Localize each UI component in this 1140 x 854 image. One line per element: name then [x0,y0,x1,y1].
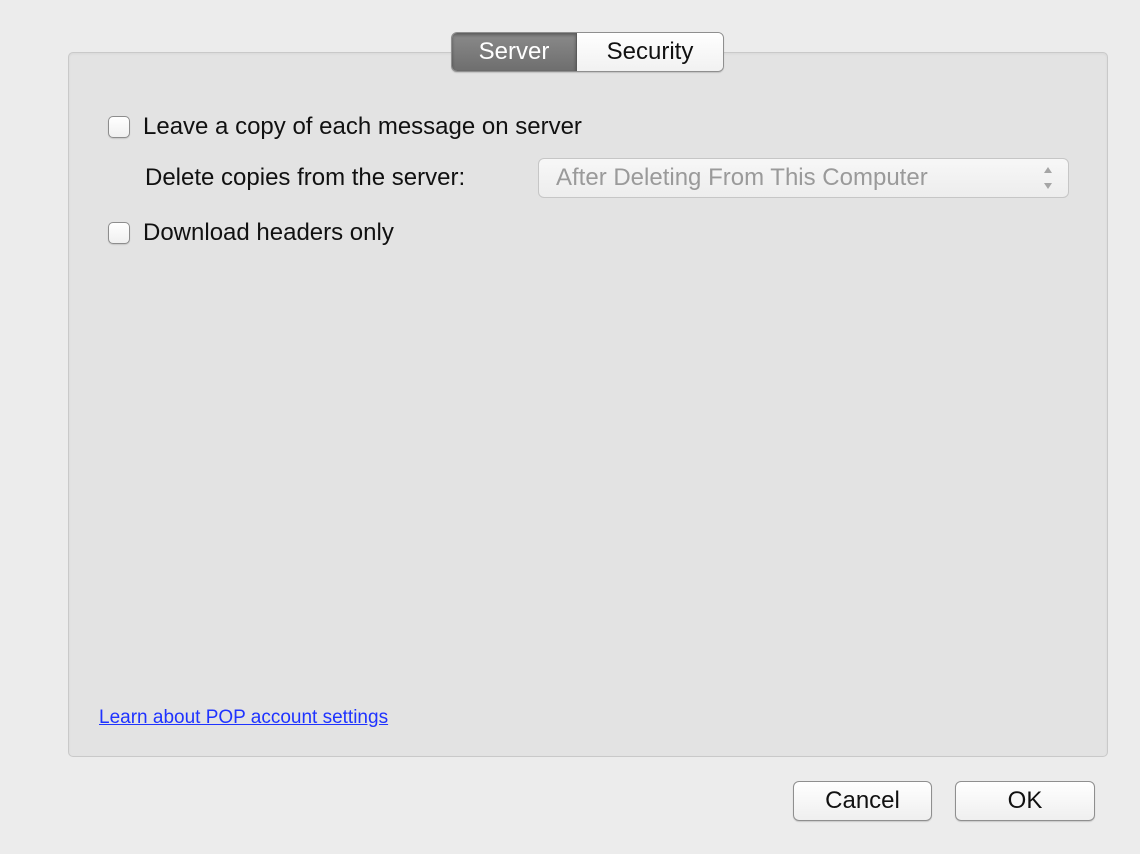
delete-copies-label: Delete copies from the server: [145,164,466,191]
account-advanced-dialog: Server Security Leave a copy of each mes… [0,0,1140,854]
tab-bar: Server Security [451,32,724,72]
pop-settings-help-link[interactable]: Learn about POP account settings [99,707,388,729]
leave-copy-label: Leave a copy of each message on server [143,113,582,140]
leave-copy-checkbox[interactable] [108,116,130,138]
headers-only-option[interactable]: Download headers only [108,219,394,247]
tab-server[interactable]: Server [452,33,577,71]
ok-button[interactable]: OK [955,781,1095,821]
headers-only-checkbox[interactable] [108,222,130,244]
delete-copies-popup[interactable]: After Deleting From This Computer [538,158,1069,198]
tab-security[interactable]: Security [577,33,723,71]
leave-copy-option[interactable]: Leave a copy of each message on server [108,113,582,141]
popup-arrows-icon [1042,167,1054,189]
cancel-button[interactable]: Cancel [793,781,932,821]
delete-copies-value: After Deleting From This Computer [556,164,928,191]
headers-only-label: Download headers only [143,219,394,246]
